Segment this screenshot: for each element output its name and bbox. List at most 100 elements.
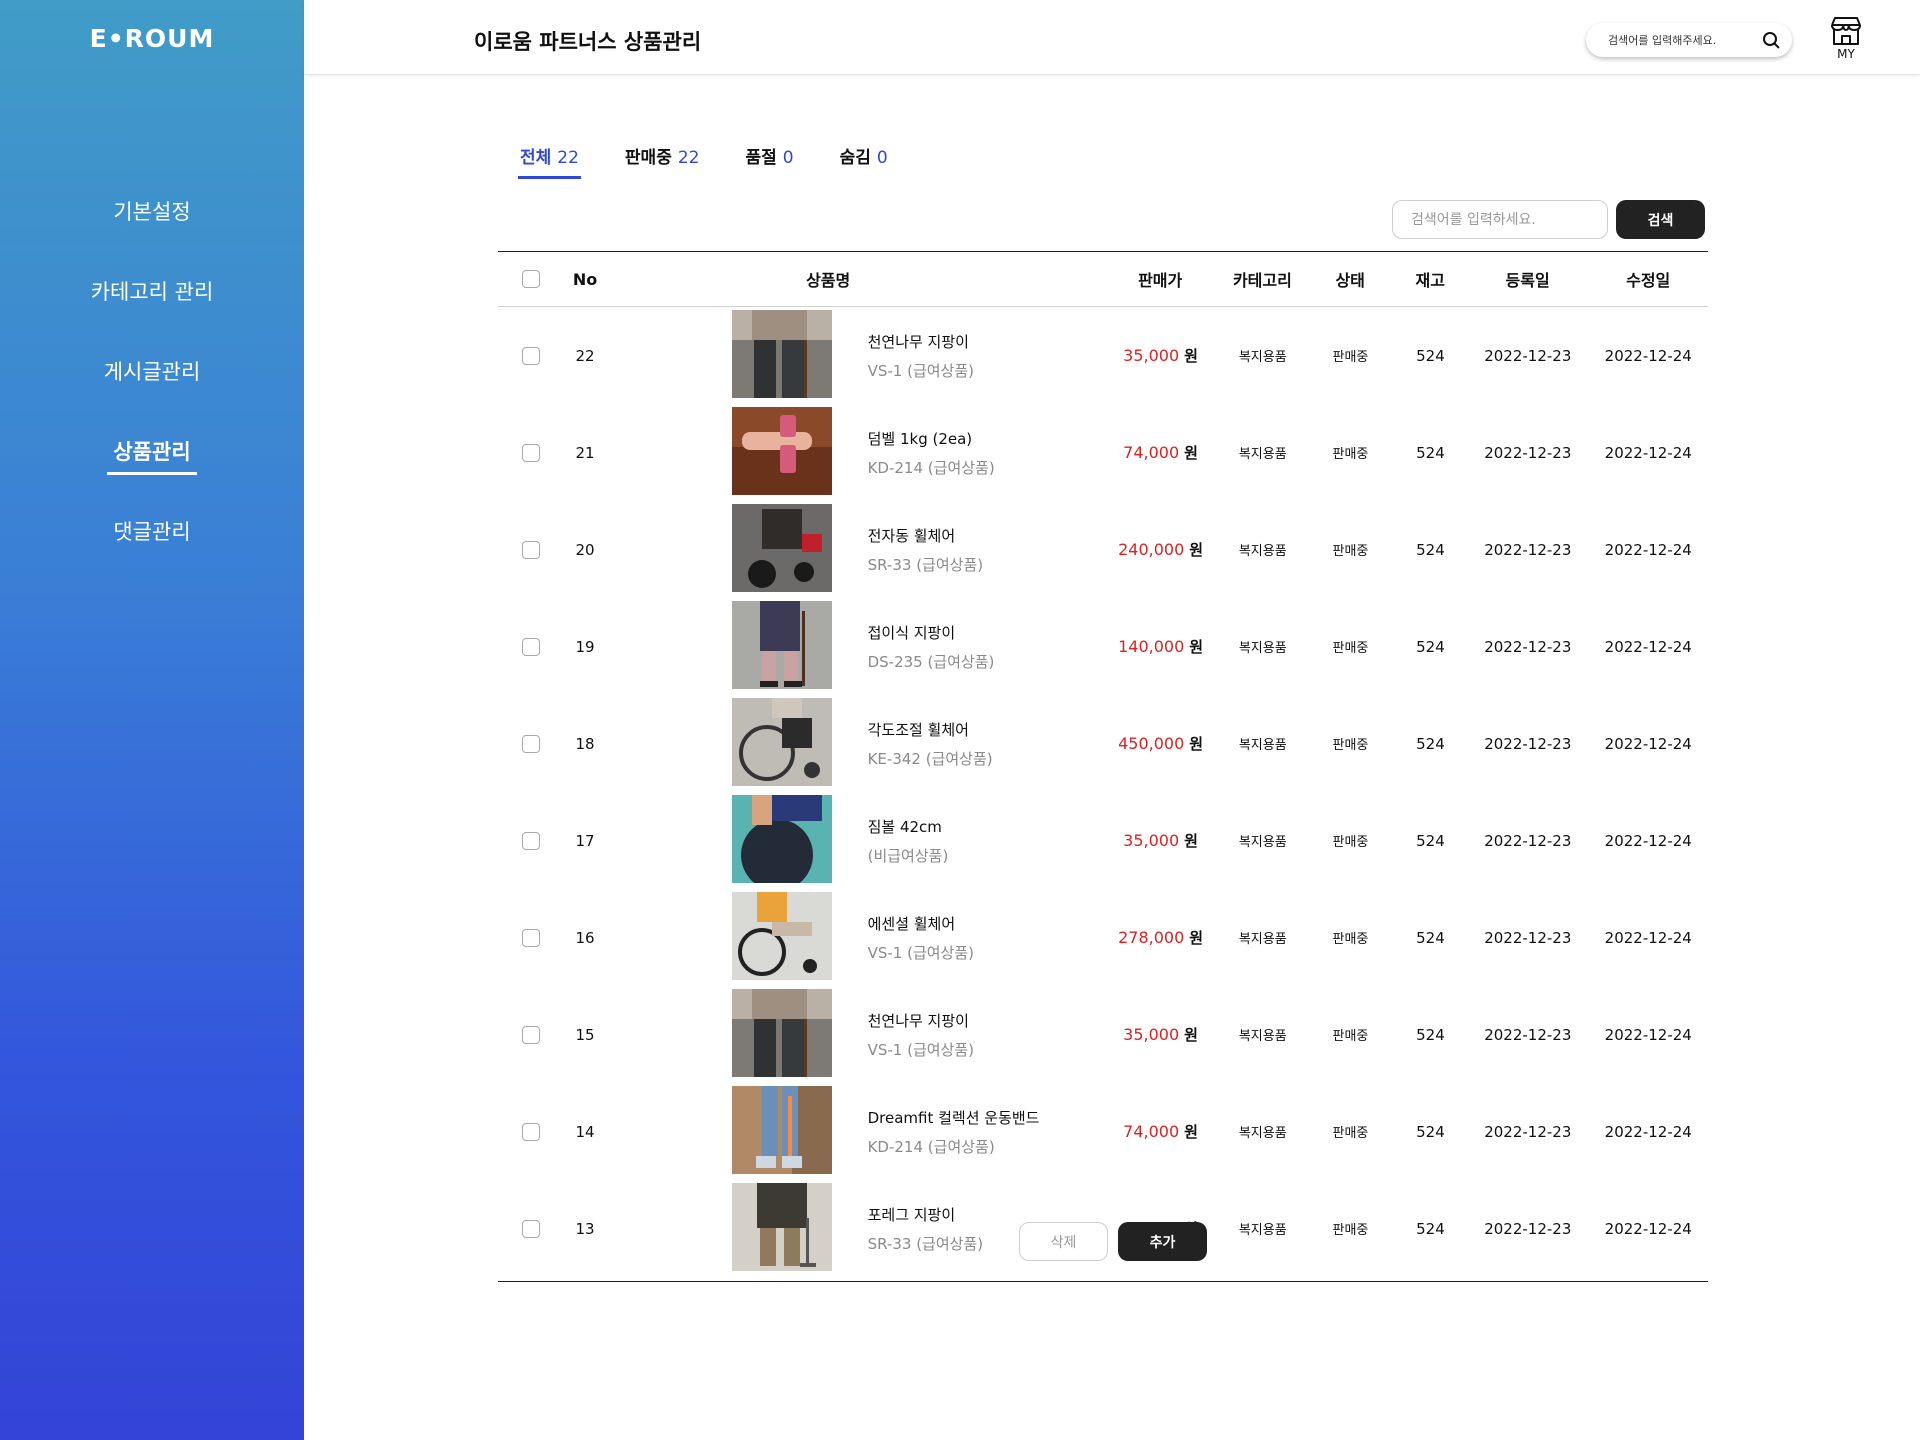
tab-count: 22 <box>557 148 579 168</box>
tab-all[interactable]: 전체 22 <box>518 143 581 179</box>
col-header-modified: 수정일 <box>1626 271 1671 290</box>
row-checkbox[interactable] <box>522 928 541 947</box>
header-search-input[interactable] <box>1608 33 1758 47</box>
row-status: 판매중 <box>1332 447 1369 462</box>
row-stock: 524 <box>1416 540 1445 559</box>
row-product-info: 덤벨 1kg (2ea) KD-214 (급여상품) <box>848 428 1103 478</box>
sidebar-item-category-management[interactable]: 카테고리 관리 <box>0 270 304 350</box>
product-thumbnail[interactable] <box>731 406 832 495</box>
price-value: 74,000 <box>1123 443 1180 462</box>
row-checkbox[interactable] <box>522 734 541 753</box>
tab-label: 숨김 <box>839 148 871 168</box>
my-shop-link[interactable]: MY <box>1826 16 1866 61</box>
row-thumbnail-cell <box>614 891 848 984</box>
table-body: 22 천연나무 지팡이 VS-1 (급여상품) 35,000 원 복지용품 판매중 524 20… <box>498 307 1708 1277</box>
row-status: 판매중 <box>1332 1126 1369 1141</box>
product-thumbnail[interactable] <box>731 794 832 891</box>
row-checkbox[interactable] <box>522 1219 541 1238</box>
tab-on-sale[interactable]: 판매중 22 <box>623 143 702 179</box>
product-name[interactable]: Dreamfit 컬렉션 운동밴드 <box>868 1107 1103 1128</box>
price-unit: 원 <box>1189 541 1204 559</box>
table-row[interactable]: 15 천연나무 지팡이 VS-1 (급여상품) 35,000 원 복지용품 판매중 524 20… <box>498 986 1708 1083</box>
row-checkbox[interactable] <box>522 540 541 559</box>
table-row[interactable]: 20 전자동 휠체어 SR-33 (급여상품) 240,000 원 복지용품 판매중 524 2… <box>498 501 1708 598</box>
product-name[interactable]: 덤벨 1kg (2ea) <box>868 428 1103 449</box>
add-button[interactable]: 추가 <box>1118 1222 1207 1261</box>
row-registered-date: 2022-12-23 <box>1484 443 1572 462</box>
row-price: 278,000 원 <box>1103 927 1219 948</box>
product-name[interactable]: 접이식 지팡이 <box>868 622 1103 643</box>
row-no: 21 <box>575 443 595 462</box>
product-thumbnail[interactable] <box>731 1182 832 1271</box>
product-name[interactable]: 각도조절 휠체어 <box>868 719 1103 740</box>
store-icon <box>1831 17 1861 45</box>
table-row[interactable]: 22 천연나무 지팡이 VS-1 (급여상품) 35,000 원 복지용품 판매중 524 20… <box>498 307 1708 404</box>
row-select-cell <box>498 346 556 365</box>
col-header-name: 상품명 <box>806 271 851 290</box>
product-name[interactable]: 에센셜 휠체어 <box>868 913 1103 934</box>
row-no: 13 <box>575 1219 595 1238</box>
table-row[interactable]: 14 Dreamfit 컬렉션 운동밴드 KD-214 (급여상품) 74,000 원 복… <box>498 1083 1708 1180</box>
table-row[interactable]: 16 에센셜 휠체어 VS-1 (급여상품) 278,000 원 복지용품 판매중 524 20… <box>498 889 1708 986</box>
table-row[interactable]: 17 짐볼 42cm (비급여상품) 35,000 원 복지용품 판매중 524 2022-12… <box>498 792 1708 891</box>
product-thumbnail[interactable] <box>731 600 832 689</box>
row-checkbox[interactable] <box>522 831 541 850</box>
row-checkbox[interactable] <box>522 637 541 656</box>
row-select-cell <box>498 928 556 947</box>
sidebar-item-label: 게시글관리 <box>103 360 201 384</box>
tab-sold-out[interactable]: 품절 0 <box>743 143 795 179</box>
row-status: 판매중 <box>1332 932 1369 947</box>
sidebar-item-label: 카테고리 관리 <box>90 280 214 304</box>
price-unit: 원 <box>1184 444 1198 462</box>
price-unit: 원 <box>1189 735 1204 753</box>
tab-count: 0 <box>782 148 794 168</box>
product-thumbnail[interactable] <box>731 503 832 592</box>
price-value: 35,000 <box>1123 346 1180 365</box>
row-no: 15 <box>575 1025 595 1044</box>
product-search-input[interactable] <box>1392 200 1608 239</box>
product-code: (비급여상품) <box>867 846 949 865</box>
table-row[interactable]: 19 접이식 지팡이 DS-235 (급여상품) 140,000 원 복지용품 판매중 524… <box>498 598 1708 695</box>
select-all-checkbox[interactable] <box>522 270 541 288</box>
row-checkbox[interactable] <box>522 346 541 365</box>
row-product-info: 접이식 지팡이 DS-235 (급여상품) <box>848 622 1103 672</box>
product-name[interactable]: 천연나무 지팡이 <box>868 331 1103 352</box>
search-button[interactable]: 검색 <box>1616 200 1705 239</box>
row-stock: 524 <box>1416 443 1445 462</box>
brand-logo[interactable]: E•ROUM <box>0 24 304 53</box>
table-row[interactable]: 21 덤벨 1kg (2ea) KD-214 (급여상품) 74,000 원 복지용품 판매… <box>498 404 1708 501</box>
row-checkbox[interactable] <box>522 1122 541 1141</box>
sidebar-item-basic-settings[interactable]: 기본설정 <box>0 190 304 270</box>
row-price: 240,000 원 <box>1103 539 1219 560</box>
product-name[interactable]: 천연나무 지팡이 <box>868 1010 1103 1031</box>
tab-hidden[interactable]: 숨김 0 <box>838 143 890 179</box>
sidebar-item-comment-management[interactable]: 댓글관리 <box>0 510 304 590</box>
row-checkbox[interactable] <box>522 1025 541 1044</box>
tab-label: 판매중 <box>624 148 672 168</box>
delete-button[interactable]: 삭제 <box>1019 1222 1108 1261</box>
row-checkbox[interactable] <box>522 443 541 462</box>
table-actions: 삭제 추가 <box>1019 1222 1207 1261</box>
product-thumbnail[interactable] <box>731 309 832 398</box>
row-thumbnail-cell <box>614 988 848 1081</box>
row-category: 복지용품 <box>1238 544 1287 559</box>
row-stock: 524 <box>1416 1122 1445 1141</box>
row-stock: 524 <box>1416 346 1445 365</box>
product-thumbnail[interactable] <box>731 697 832 786</box>
product-thumbnail[interactable] <box>731 891 832 980</box>
row-no: 14 <box>575 1122 595 1141</box>
row-stock: 524 <box>1416 637 1445 656</box>
row-modified-date: 2022-12-24 <box>1604 443 1692 462</box>
product-thumbnail[interactable] <box>731 1085 832 1174</box>
row-select-cell <box>498 637 556 656</box>
product-thumbnail[interactable] <box>731 988 832 1077</box>
row-no: 16 <box>575 928 595 947</box>
table-row[interactable]: 18 각도조절 휠체어 KE-342 (급여상품) 450,000 원 복지용품 판매중 52… <box>498 695 1708 792</box>
price-unit: 원 <box>1184 1026 1198 1044</box>
search-icon[interactable] <box>1760 29 1782 51</box>
product-name[interactable]: 전자동 휠체어 <box>868 525 1103 546</box>
product-name[interactable]: 짐볼 42cm <box>868 816 1103 837</box>
row-category: 복지용품 <box>1238 350 1287 365</box>
sidebar-item-post-management[interactable]: 게시글관리 <box>0 350 304 430</box>
sidebar-item-product-management[interactable]: 상품관리 <box>0 430 304 510</box>
